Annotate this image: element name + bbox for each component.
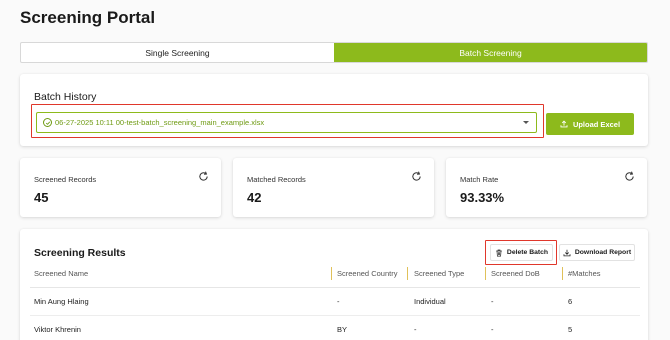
download-report-button[interactable]: Download Report xyxy=(559,244,635,261)
tab-batch-screening[interactable]: Batch Screening xyxy=(334,43,647,62)
mode-tabs: Single Screening Batch Screening xyxy=(20,42,648,63)
screening-results-title: Screening Results xyxy=(34,247,126,259)
upload-icon xyxy=(560,120,568,128)
column-divider[interactable] xyxy=(485,267,486,280)
column-divider[interactable] xyxy=(407,267,408,280)
delete-batch-label: Delete Batch xyxy=(506,249,549,256)
refresh-icon[interactable] xyxy=(411,171,422,182)
column-header-matches[interactable]: #Matches xyxy=(568,269,601,278)
cell-type: Individual xyxy=(414,297,446,306)
download-icon xyxy=(563,249,571,256)
column-header-dob[interactable]: Screened DoB xyxy=(491,269,540,278)
page-title: Screening Portal xyxy=(20,8,156,27)
row-divider xyxy=(30,315,640,316)
batch-history-title: Batch History xyxy=(34,91,97,103)
stat-value: 42 xyxy=(247,190,262,205)
cell-country: BY xyxy=(337,325,348,334)
stat-value: 93.33% xyxy=(460,190,505,205)
cell-name: Viktor Khrenin xyxy=(34,325,81,334)
stat-value: 45 xyxy=(34,190,49,205)
stat-card-match-rate: Match Rate 93.33% xyxy=(446,158,647,217)
column-header-type[interactable]: Screened Type xyxy=(414,269,464,278)
refresh-icon[interactable] xyxy=(624,171,635,182)
check-circle-icon xyxy=(43,118,52,127)
column-divider[interactable] xyxy=(331,267,332,280)
column-header-name[interactable]: Screened Name xyxy=(34,269,88,278)
upload-excel-label: Upload Excel xyxy=(572,119,621,129)
column-header-country[interactable]: Screened Country xyxy=(337,269,397,278)
tab-single-screening[interactable]: Single Screening xyxy=(21,43,334,62)
cell-matches: 5 xyxy=(568,325,573,334)
stat-label: Match Rate xyxy=(460,175,499,184)
delete-batch-button[interactable]: Delete Batch xyxy=(490,244,553,261)
cell-country: - xyxy=(337,297,340,306)
batch-select[interactable]: 06-27-2025 10:11 00-test-batch_screening… xyxy=(36,112,537,133)
download-report-label: Download Report xyxy=(574,249,632,256)
stat-label: Screened Records xyxy=(34,175,97,184)
cell-dob: - xyxy=(491,325,494,334)
batch-history-card: Batch History 06-27-2025 10:11 00-test-b… xyxy=(20,74,648,146)
cell-matches: 6 xyxy=(568,297,573,306)
stat-card-matched: Matched Records 42 xyxy=(233,158,434,217)
stat-label: Matched Records xyxy=(247,175,306,184)
cell-type: - xyxy=(414,325,417,334)
trash-icon xyxy=(496,249,502,257)
header-divider xyxy=(30,287,640,288)
chevron-down-icon xyxy=(523,121,529,124)
cell-dob: - xyxy=(491,297,494,306)
stat-card-screened: Screened Records 45 xyxy=(20,158,221,217)
cell-name: Min Aung Hlaing xyxy=(34,297,89,306)
screening-results-card: Screening Results Delete Batch Download … xyxy=(20,229,648,340)
refresh-icon[interactable] xyxy=(198,171,209,182)
selected-batch-text: 06-27-2025 10:11 00-test-batch_screening… xyxy=(55,118,265,127)
upload-excel-button[interactable]: Upload Excel xyxy=(546,113,634,135)
column-divider[interactable] xyxy=(562,267,563,280)
